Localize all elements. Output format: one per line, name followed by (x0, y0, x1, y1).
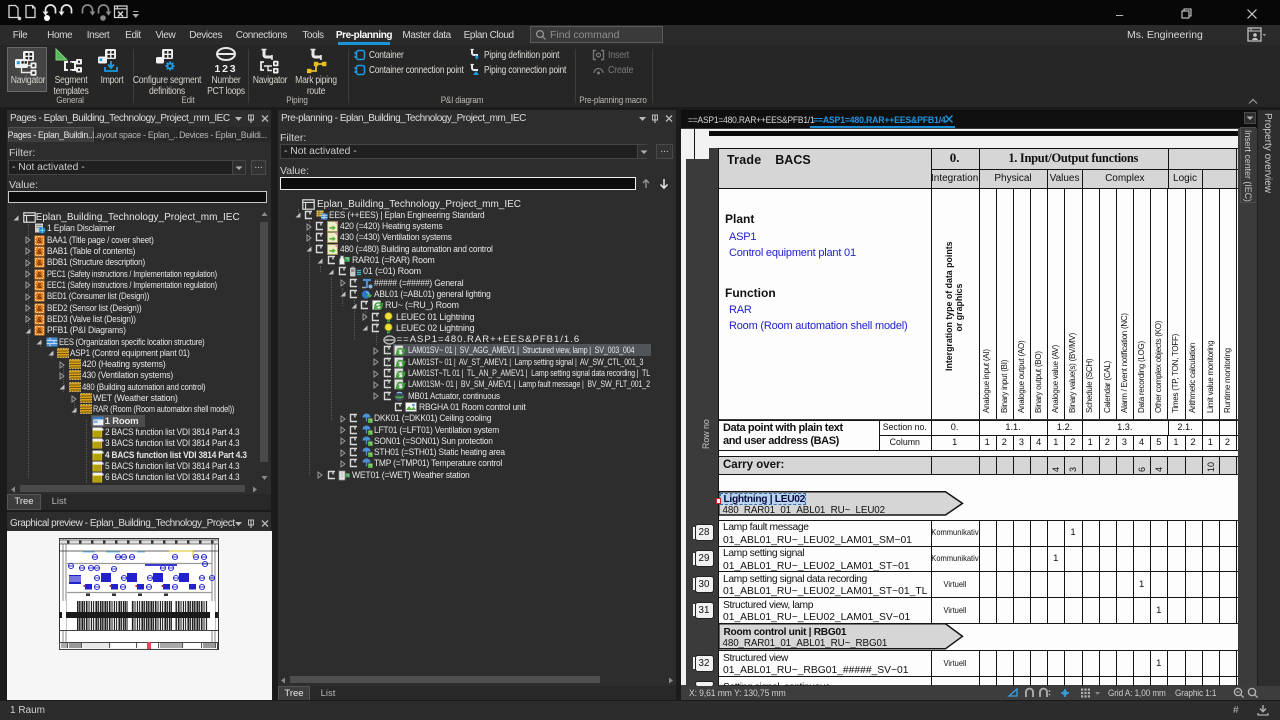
svg-text:&: & (37, 283, 42, 290)
svg-text:&: & (37, 249, 42, 256)
svg-text:&: & (37, 328, 42, 335)
svg-text:&: & (37, 238, 42, 245)
svg-text:&: & (37, 306, 42, 313)
svg-text:&: & (37, 272, 42, 279)
svg-text:&: & (37, 294, 42, 301)
svg-text:123: 123 (215, 63, 238, 75)
svg-text:&: & (37, 317, 42, 324)
svg-text:&: & (37, 260, 42, 267)
